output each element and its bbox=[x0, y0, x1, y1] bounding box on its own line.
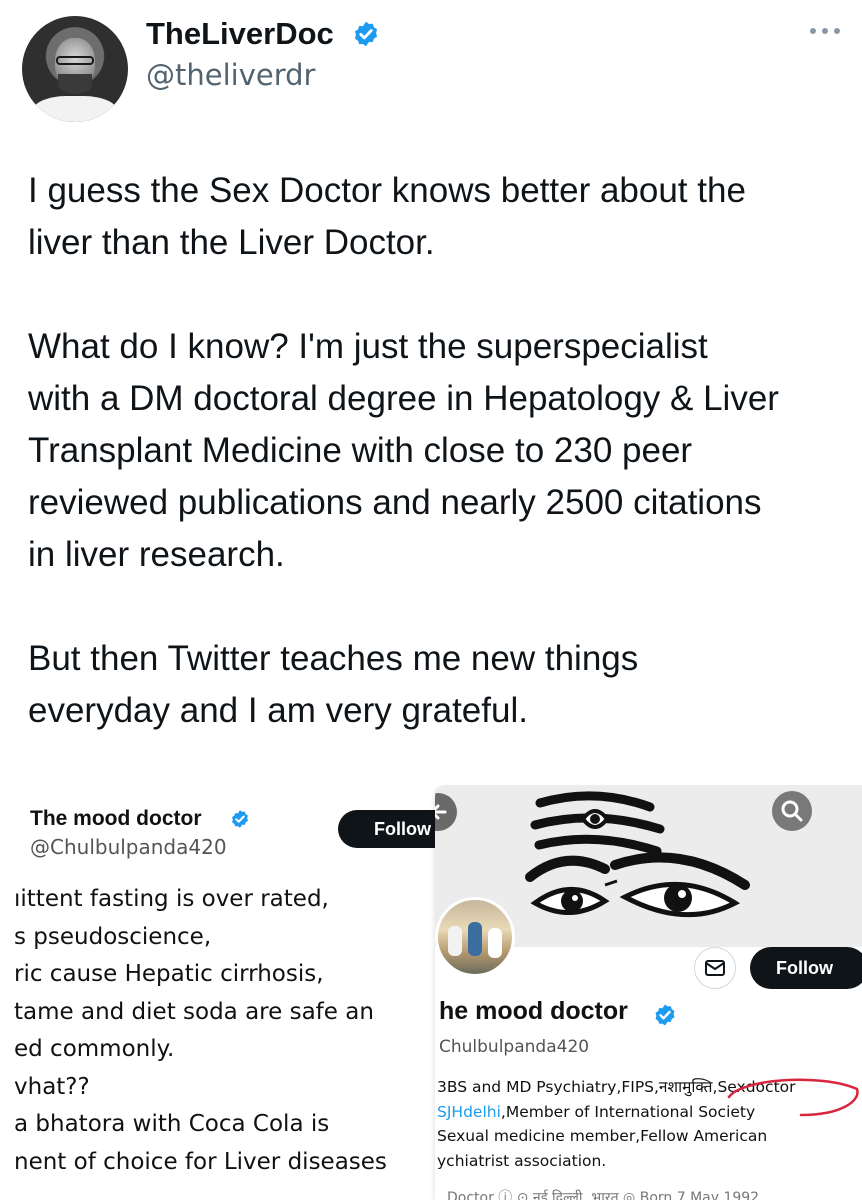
tweet-line: reviewed publications and nearly 2500 ci… bbox=[28, 483, 762, 522]
right-card-handle: Chulbulpanda420 bbox=[439, 1037, 590, 1057]
author-avatar[interactable] bbox=[22, 16, 128, 122]
tweet-line: with a DM doctoral degree in Hepatology … bbox=[28, 379, 779, 418]
avatar-glasses bbox=[56, 56, 94, 65]
red-annotation-circle bbox=[727, 1078, 859, 1117]
tweet-paragraph: What do I know? I'm just the superspecia… bbox=[28, 321, 854, 581]
bio-line: Sexual medicine member,Fellow American bbox=[437, 1127, 768, 1145]
verified-badge-icon bbox=[655, 1004, 675, 1026]
bio-line: ychiatrist association. bbox=[437, 1151, 607, 1170]
more-options-icon[interactable] bbox=[806, 22, 846, 40]
left-card-name: The mood doctor bbox=[30, 807, 202, 830]
left-card-handle: @Chulbulpanda420 bbox=[30, 835, 227, 859]
tweet-line: But then Twitter teaches me new things bbox=[28, 639, 639, 678]
right-card-name: he mood doctor bbox=[439, 997, 628, 1025]
tweet-line: Transplant Medicine with close to 230 pe… bbox=[28, 431, 693, 470]
left-card-tweet-text: ıittent fasting is over rated, s pseudos… bbox=[14, 881, 387, 1181]
verified-badge-icon bbox=[354, 21, 378, 47]
left-card-line: ıittent fasting is over rated, bbox=[14, 886, 329, 912]
left-card-line: s pseudoscience, bbox=[14, 923, 212, 950]
tweet-paragraph: I guess the Sex Doctor knows better abou… bbox=[28, 165, 854, 269]
tweet-line: everyday and I am very grateful. bbox=[28, 691, 528, 730]
tweet-media-image[interactable]: The mood doctor @Chulbulpanda420 Follow … bbox=[0, 785, 862, 1200]
left-profile-screenshot: The mood doctor @Chulbulpanda420 Follow … bbox=[0, 785, 440, 1200]
bio-link: SJHdelhi bbox=[437, 1102, 501, 1121]
left-card-line: a bhatora with Coca Cola is bbox=[14, 1111, 330, 1137]
author-display-name[interactable]: TheLiverDoc bbox=[146, 16, 334, 52]
tweet-line: What do I know? I'm just the superspecia… bbox=[28, 327, 708, 366]
search-icon bbox=[772, 791, 812, 831]
tweet-text: I guess the Sex Doctor knows better abou… bbox=[28, 165, 854, 789]
author-handle[interactable]: @theliverdr bbox=[146, 58, 315, 92]
left-card-line: ed commonly. bbox=[14, 1036, 175, 1062]
left-card-line: vhat?? bbox=[14, 1073, 90, 1100]
tweet-line: I guess the Sex Doctor knows better abou… bbox=[28, 171, 746, 210]
avatar-shirt bbox=[32, 96, 118, 122]
left-card-line: tame and diet soda are safe an bbox=[14, 998, 374, 1025]
verified-badge-icon bbox=[232, 810, 248, 828]
avatar-beard bbox=[58, 74, 92, 94]
tweet-paragraph: But then Twitter teaches me new things e… bbox=[28, 633, 854, 737]
message-icon bbox=[694, 947, 736, 989]
left-card-line: ric cause Hepatic cirrhosis, bbox=[14, 961, 324, 987]
back-arrow-icon bbox=[435, 793, 457, 831]
left-card-line: nent of choice for Liver diseases bbox=[14, 1148, 387, 1175]
tweet-line: liver than the Liver Doctor. bbox=[28, 223, 435, 262]
left-card-follow-button: Follow bbox=[338, 810, 440, 848]
profile-avatar bbox=[435, 897, 515, 977]
right-card-follow-button: Follow bbox=[750, 947, 862, 989]
tweet-line: in liver research. bbox=[28, 535, 285, 574]
profile-meta: Doctor ⓘ ⊙ नई दिल्ली, भारत ◎ Born 7 May … bbox=[447, 1190, 760, 1200]
right-profile-screenshot: Follow he mood doctor Chulbulpanda420 3B… bbox=[435, 785, 862, 1200]
